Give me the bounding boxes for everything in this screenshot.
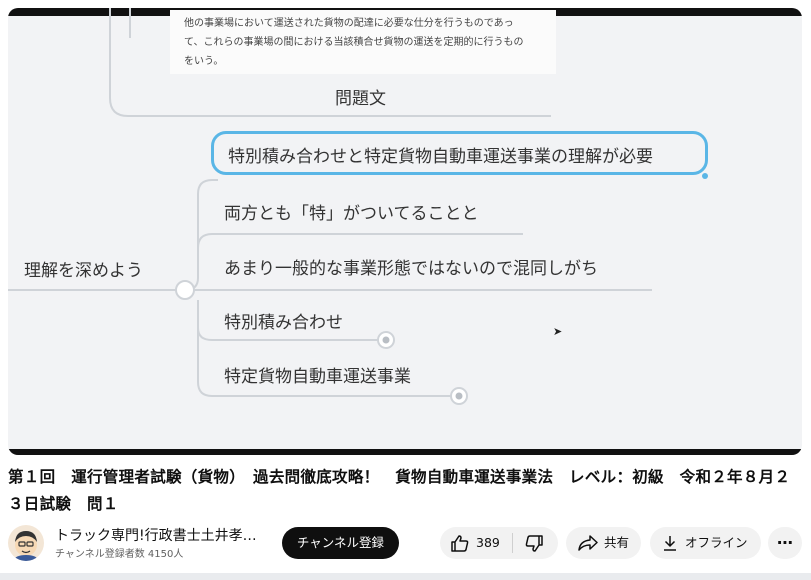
channel-avatar[interactable] xyxy=(8,525,44,561)
mindmap-node: あまり一般的な事業形態ではないので混同しがち xyxy=(224,259,598,279)
mindmap-root-node: 理解を深めよう xyxy=(24,261,143,281)
subscriber-count: チャンネル登録者数 4150人 xyxy=(55,549,184,560)
mindmap-node-selected: 特別積み合わせと特定貨物自動車運送事業の理解が必要 xyxy=(211,131,708,175)
mindmap-node: 特別積み合わせ xyxy=(224,313,343,333)
offline-label: オフライン xyxy=(685,535,748,550)
thumbs-up-icon xyxy=(451,535,469,552)
mindmap-node: 両方とも「特」がついてることと xyxy=(224,204,479,224)
offline-download-button[interactable]: オフライン xyxy=(650,527,761,559)
page-bottom-strip xyxy=(0,573,811,580)
player-bottom-edge xyxy=(8,449,802,455)
more-actions-button[interactable]: ⋯ xyxy=(768,527,802,559)
more-icon: ⋯ xyxy=(777,533,793,552)
mindmap-node: 特定貨物自動車運送事業 xyxy=(224,367,411,387)
share-button[interactable]: 共有 xyxy=(566,527,641,559)
thumbs-down-icon xyxy=(525,535,543,552)
like-count: 389 xyxy=(476,535,500,550)
mindmap-node-problem: 問題文 xyxy=(335,89,386,109)
video-title: 第１回 運行管理者試験（貨物） 過去問徹底攻略！ 貨物自動車運送事業法 レベル：… xyxy=(8,468,791,513)
dislike-button[interactable] xyxy=(513,527,558,559)
subscribe-button[interactable]: チャンネル登録 xyxy=(282,527,399,559)
share-label: 共有 xyxy=(604,535,630,550)
download-icon xyxy=(664,536,676,551)
like-button[interactable]: 389 xyxy=(440,527,512,559)
video-player[interactable]: 他の事業場において運送された貨物の配達に必要な仕分を行うものであっ て、これらの… xyxy=(8,8,802,455)
share-icon xyxy=(578,535,598,551)
like-dislike-group: 389 xyxy=(440,527,558,559)
avatar-illustration-icon xyxy=(13,531,39,561)
mindmap-connectors xyxy=(8,8,708,405)
channel-name[interactable]: トラック専門!行政書士土井孝… xyxy=(55,525,257,545)
mouse-cursor-icon: ➤ xyxy=(553,325,563,338)
